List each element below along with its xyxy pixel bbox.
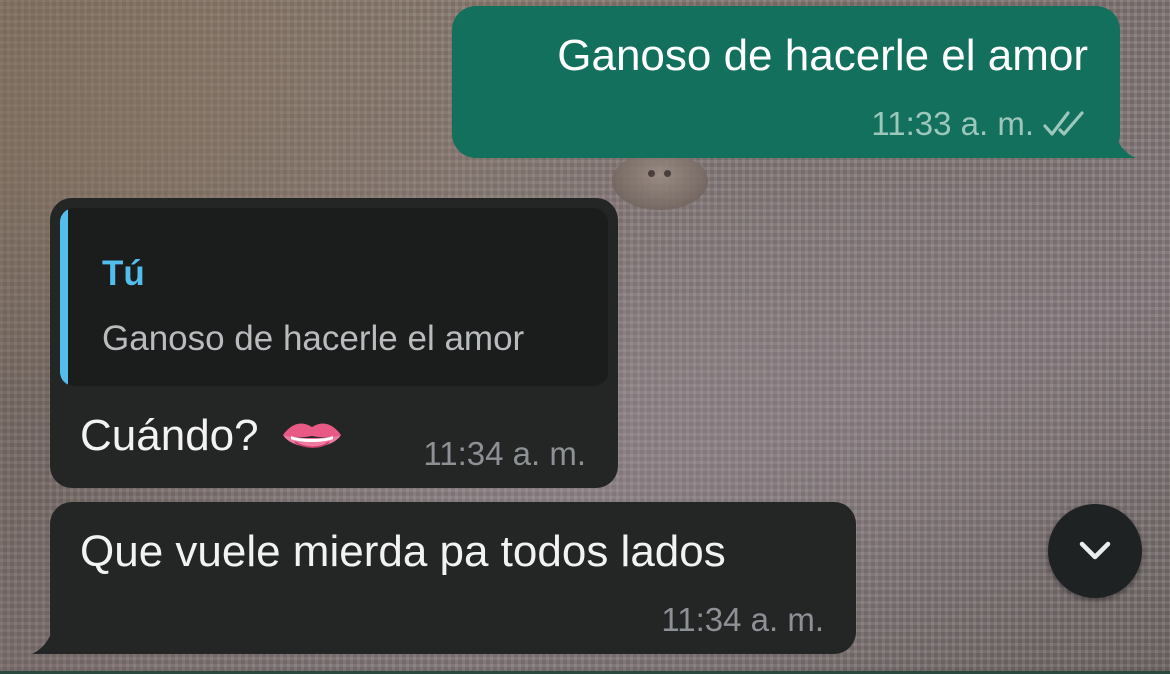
message-bubble-incoming[interactable]: Que vuele mierda pa todos lados 11:34 a.… bbox=[50, 502, 856, 654]
message-bubble-outgoing[interactable]: Ganoso de hacerle el amor 11:33 a. m. bbox=[452, 6, 1120, 158]
bubble-tail-outgoing bbox=[1096, 128, 1136, 158]
chevron-down-icon bbox=[1079, 541, 1111, 560]
message-time: 11:33 a. m. bbox=[871, 105, 1034, 142]
double-check-icon bbox=[1043, 111, 1084, 136]
quote-author: Tú bbox=[102, 254, 145, 293]
message-time: 11:34 a. m. bbox=[661, 601, 824, 638]
quoted-message[interactable]: Tú Ganoso de hacerle el amor bbox=[60, 208, 608, 386]
wallpaper-photo-detail bbox=[612, 152, 708, 210]
message-text: Que vuele mierda pa todos lados bbox=[80, 527, 726, 576]
message-text: Cuándo? bbox=[80, 411, 259, 460]
scroll-to-bottom-button[interactable] bbox=[1048, 504, 1142, 598]
message-text: Ganoso de hacerle el amor bbox=[557, 31, 1088, 80]
quote-text: Ganoso de hacerle el amor bbox=[102, 319, 525, 358]
bubble-tail-incoming bbox=[32, 620, 74, 654]
quote-accent-bar bbox=[60, 208, 68, 386]
message-time: 11:34 a. m. bbox=[423, 435, 586, 472]
message-bubble-incoming-reply[interactable]: Tú Ganoso de hacerle el amor Cuándo? 11:… bbox=[50, 198, 618, 488]
message-content: Cuándo? bbox=[80, 410, 343, 462]
biting-lip-emoji-icon bbox=[282, 423, 341, 448]
message-meta: 11:33 a. m. bbox=[871, 104, 1092, 144]
